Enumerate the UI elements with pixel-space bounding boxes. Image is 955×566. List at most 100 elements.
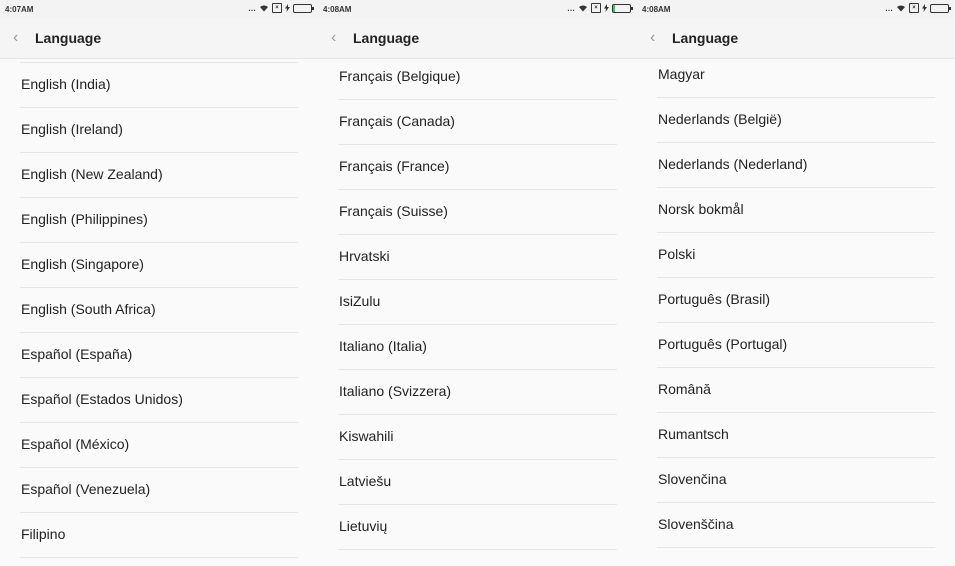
language-item[interactable]: Français (Canada) bbox=[338, 99, 617, 145]
language-item-label: English (Philippines) bbox=[21, 211, 148, 227]
back-chevron-icon[interactable]: ‹ bbox=[13, 29, 29, 47]
status-time: 4:08AM bbox=[323, 5, 352, 14]
status-icons: … × bbox=[248, 3, 314, 13]
language-item-label: IsiZulu bbox=[339, 293, 381, 309]
language-item[interactable]: Français (Suisse) bbox=[338, 189, 617, 235]
app-header: ‹ Language bbox=[0, 18, 318, 59]
language-item-label: Filipino bbox=[21, 526, 66, 542]
language-item-label: Italiano (Italia) bbox=[339, 338, 427, 354]
language-item[interactable]: Magyar bbox=[657, 52, 935, 98]
language-item[interactable]: Español (España) bbox=[20, 332, 298, 378]
language-item-label: Español (España) bbox=[21, 346, 133, 362]
language-item[interactable]: English (New Zealand) bbox=[20, 152, 298, 198]
lightning-icon bbox=[285, 4, 290, 12]
language-item-label: Português (Portugal) bbox=[658, 336, 788, 352]
language-item[interactable]: Italiano (Svizzera) bbox=[338, 369, 617, 415]
language-item[interactable]: Polski bbox=[657, 232, 935, 278]
language-list: English (India) English (Ireland) Englis… bbox=[0, 59, 318, 566]
language-item-label: Rumantsch bbox=[658, 426, 729, 442]
page-title: Language bbox=[353, 30, 420, 46]
language-item[interactable]: Español (Venezuela) bbox=[20, 467, 298, 513]
language-item-label: Magyar bbox=[658, 66, 705, 82]
language-item-label: Polski bbox=[658, 246, 696, 262]
status-icons: … × bbox=[885, 3, 951, 13]
language-item[interactable]: Français (Belgique) bbox=[338, 54, 617, 100]
sim-icon: × bbox=[909, 3, 919, 13]
lightning-icon bbox=[604, 4, 609, 12]
language-item[interactable]: English (Singapore) bbox=[20, 242, 298, 288]
battery-icon bbox=[612, 3, 633, 13]
language-item[interactable]: Português (Brasil) bbox=[657, 277, 935, 323]
language-item[interactable]: Italiano (Italia) bbox=[338, 324, 617, 370]
status-bar: 4:07AM … × bbox=[0, 0, 318, 18]
language-item[interactable]: Slovenčina bbox=[657, 457, 935, 503]
page-title: Language bbox=[35, 30, 102, 46]
language-item-label: Kiswahili bbox=[339, 428, 394, 444]
status-bar: 4:08AM … × bbox=[318, 0, 637, 18]
back-chevron-icon[interactable]: ‹ bbox=[331, 29, 347, 47]
language-item-label: English (South Africa) bbox=[21, 301, 156, 317]
language-item[interactable]: Rumantsch bbox=[657, 412, 935, 458]
language-item[interactable]: Français (France) bbox=[338, 144, 617, 190]
language-item[interactable]: Nederlands (Nederland) bbox=[657, 142, 935, 188]
language-item-label: Slovenščina bbox=[658, 516, 734, 532]
screen-panel-2: 4:08AM … × ‹ Language Français (Belgique… bbox=[318, 0, 637, 566]
language-item-label: Italiano (Svizzera) bbox=[339, 383, 452, 399]
language-item[interactable]: Latviešu bbox=[338, 459, 617, 505]
language-item[interactable]: English (India) bbox=[20, 62, 298, 108]
back-chevron-icon[interactable]: ‹ bbox=[650, 29, 666, 47]
screen-panel-3: 4:08AM … × ‹ Language Magyar Nederlands … bbox=[637, 0, 955, 566]
language-item[interactable]: Lietuvių bbox=[338, 504, 617, 550]
language-item-label: Română bbox=[658, 381, 711, 397]
status-bar: 4:08AM … × bbox=[637, 0, 955, 18]
screen-panel-1: 4:07AM … × ‹ Language English (India) En… bbox=[0, 0, 318, 566]
language-item-label: English (Ireland) bbox=[21, 121, 123, 137]
wifi-icon bbox=[579, 5, 587, 12]
signal-dots-icon: … bbox=[248, 3, 256, 13]
language-item[interactable]: Filipino bbox=[20, 512, 298, 558]
page-title: Language bbox=[672, 30, 739, 46]
language-item[interactable]: Hrvatski bbox=[338, 234, 617, 280]
language-item-label: Nederlands (Nederland) bbox=[658, 156, 808, 172]
language-item-label: English (New Zealand) bbox=[21, 166, 163, 182]
language-item-label: Hrvatski bbox=[339, 248, 390, 264]
language-item[interactable]: IsiZulu bbox=[338, 279, 617, 325]
language-item[interactable]: Español (México) bbox=[20, 422, 298, 468]
language-item-label: Lietuvių bbox=[339, 518, 388, 534]
language-item[interactable]: English (South Africa) bbox=[20, 287, 298, 333]
language-item[interactable]: Kiswahili bbox=[338, 414, 617, 460]
language-item-label: Slovenčina bbox=[658, 471, 727, 487]
app-header: ‹ Language bbox=[318, 18, 637, 59]
signal-dots-icon: … bbox=[567, 3, 575, 13]
language-item-label: Español (Estados Unidos) bbox=[21, 391, 183, 407]
sim-icon: × bbox=[272, 3, 282, 13]
language-item[interactable]: Español (Estados Unidos) bbox=[20, 377, 298, 423]
language-item-label: Français (France) bbox=[339, 158, 450, 174]
language-item[interactable]: Nederlands (België) bbox=[657, 97, 935, 143]
language-item-label: Latviešu bbox=[339, 473, 392, 489]
signal-dots-icon: … bbox=[885, 3, 893, 13]
language-item[interactable]: Română bbox=[657, 367, 935, 413]
language-item-label: Français (Canada) bbox=[339, 113, 455, 129]
status-time: 4:07AM bbox=[5, 5, 34, 14]
language-item[interactable]: English (Philippines) bbox=[20, 197, 298, 243]
language-item[interactable]: Slovenščina bbox=[657, 502, 935, 548]
language-list: Français (Belgique) Français (Canada) Fr… bbox=[318, 59, 637, 566]
language-item-label: English (India) bbox=[21, 76, 111, 92]
language-item[interactable]: English (Ireland) bbox=[20, 107, 298, 153]
wifi-icon bbox=[260, 5, 268, 12]
language-item-label: Español (México) bbox=[21, 436, 130, 452]
status-icons: … × bbox=[567, 3, 633, 13]
status-time: 4:08AM bbox=[642, 5, 671, 14]
language-item-label: Nederlands (België) bbox=[658, 111, 782, 127]
language-item-label: Português (Brasil) bbox=[658, 291, 771, 307]
language-item-label: English (Singapore) bbox=[21, 256, 144, 272]
language-item-label: Français (Belgique) bbox=[339, 68, 461, 84]
language-item-label: Español (Venezuela) bbox=[21, 481, 151, 497]
language-item[interactable]: Norsk bokmål bbox=[657, 187, 935, 233]
sim-icon: × bbox=[591, 3, 601, 13]
battery-icon bbox=[930, 3, 951, 13]
language-list: Magyar Nederlands (België) Nederlands (N… bbox=[637, 59, 955, 566]
language-item[interactable]: Português (Portugal) bbox=[657, 322, 935, 368]
language-item-label: Norsk bokmål bbox=[658, 201, 744, 217]
